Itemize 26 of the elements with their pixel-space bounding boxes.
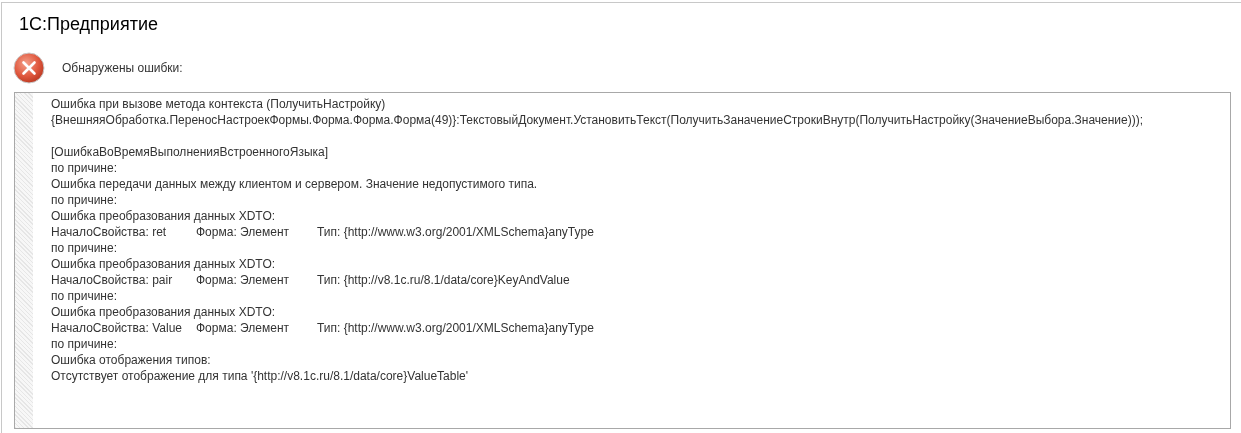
message-line: Отсутствует отображение для типа '{http://v8.1c.ru/8.1/data/core}ValueTable' [51,368,469,384]
message-field: НачалоСвойства: ret [51,225,167,239]
message-field: НачалоСвойства: Value [51,321,182,335]
message-line: по причине: [51,288,117,304]
message-field: Форма: Элемент [196,321,289,335]
message-field: Форма: Элемент [196,225,289,239]
message-line: по причине: [51,240,117,256]
message-field: Тип: {http://www.w3.org/2001/XMLSchema}anyType [317,321,594,335]
message-line: {ВнешняяОбработка.ПереносНастроекФормы.Форма.Форма.Форма(49)}:ТекстовыйДокумент.УстановитьТекст(ПолучитьЗаначениеСтрокиВнутр(ПолучитьНастройку(ЗначениеВыбора.Значение))); [51,112,1144,128]
message-line: Ошибка преобразования данных XDTO: [51,256,276,272]
message-line: по причине: [51,160,117,176]
message-field: Тип: {http://v8.1c.ru/8.1/data/core}KeyAndValue [317,273,570,287]
message-field: НачалоСвойства: pair [51,273,173,287]
message-line: Ошибка при вызове метода контекста (ПолучитьНастройку) [51,96,386,112]
window-title: 1С:Предприятие [19,12,158,36]
message-field: Форма: Элемент [196,273,289,287]
message-line: Ошибка преобразования данных XDTO: [51,304,276,320]
message-line: Ошибка передачи данных между клиентом и сервером. Значение недопустимого типа. [51,176,538,192]
message-line: [ОшибкаВоВремяВыполненияВстроенногоЯзыка] [51,144,329,160]
message-line: Ошибка отображения типов: [51,352,211,368]
error-icon [13,52,45,84]
message-line: Ошибка преобразования данных XDTO: [51,208,276,224]
message-field: Тип: {http://www.w3.org/2001/XMLSchema}anyType [317,225,594,239]
error-heading: Обнаружены ошибки: [62,60,183,77]
message-line: по причине: [51,336,117,352]
message-line: по причине: [51,192,117,208]
